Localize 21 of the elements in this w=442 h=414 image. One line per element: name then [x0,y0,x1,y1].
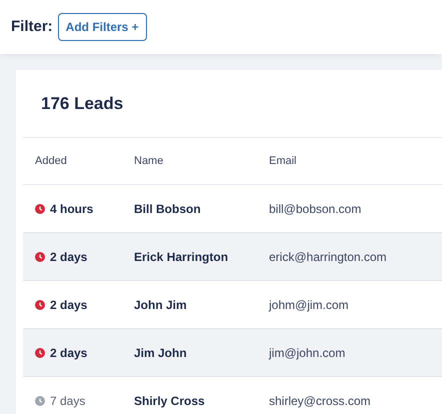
email-cell-text: shirley@cross.com [269,392,372,410]
leads-title: 176 Leads [41,92,124,115]
added-cell-text: 7 days [50,392,86,410]
email-cell-text: johm@jim.com [269,296,350,314]
column-header: Added [35,154,68,169]
email-cell-text: erick@harrington.com [269,248,388,266]
column-header: Name [134,154,164,169]
name-cell-text: Bill Bobson [134,200,202,218]
added-cell-text: 2 days [50,344,88,362]
added-cell-text: 4 hours [50,200,94,218]
add-filters-button[interactable]: Add Filters + [58,13,147,41]
filter-label: Filter: [11,16,53,37]
name-cell-text: Jim John [134,344,188,362]
email-cell-text: jim@john.com [269,344,346,362]
name-cell-text: John Jim [134,296,188,314]
added-cell-text: 2 days [50,248,88,266]
added-cell-text: 2 days [50,296,88,314]
name-cell-text: Shirly Cross [134,392,206,410]
column-header: Email [269,154,298,169]
email-cell-text: bill@bobson.com [269,200,362,218]
name-cell-text: Erick Harrington [134,248,230,266]
